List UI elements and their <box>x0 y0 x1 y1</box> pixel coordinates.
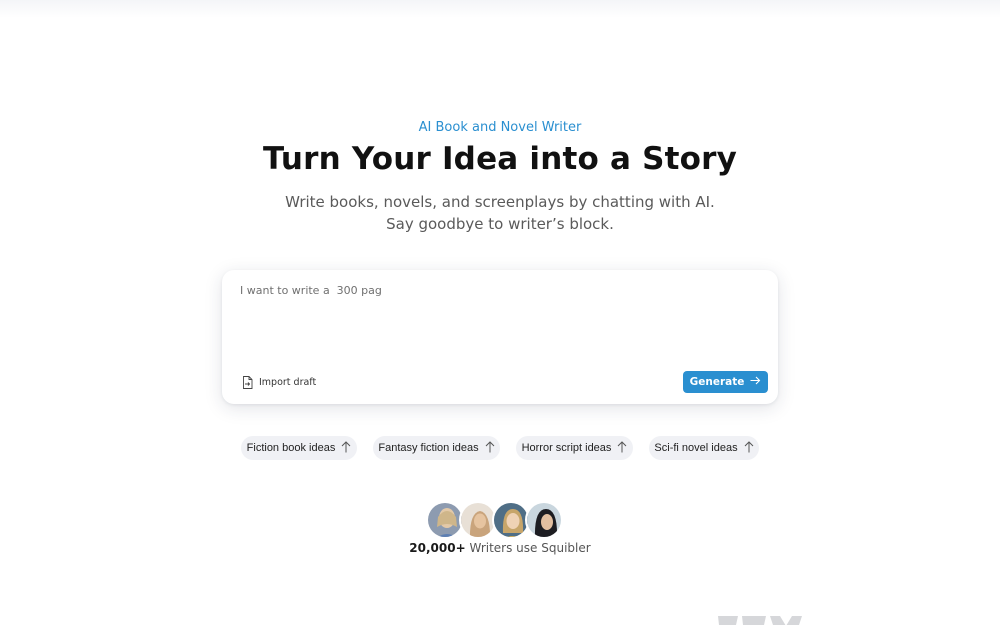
arrow-up-icon <box>485 440 495 456</box>
arrow-up-icon <box>341 440 351 456</box>
file-import-icon <box>242 375 253 389</box>
writer-avatars <box>426 501 566 541</box>
suggestion-chip-fiction[interactable]: Fiction book ideas <box>241 436 357 460</box>
import-draft-button[interactable]: Import draft <box>242 374 316 390</box>
generate-label: Generate <box>689 376 745 388</box>
arrow-up-icon <box>617 440 627 456</box>
suggestion-label: Sci-fi novel ideas <box>654 442 738 454</box>
hero-eyebrow: AI Book and Novel Writer <box>418 120 582 135</box>
suggestion-chip-fantasy[interactable]: Fantasy fiction ideas <box>373 436 500 460</box>
suggestion-chips: Fiction book ideas Fantasy fiction ideas… <box>0 436 1000 461</box>
suggestion-label: Horror script ideas <box>521 442 612 454</box>
generate-button[interactable]: Generate <box>683 371 768 393</box>
hero-title: Turn Your Idea into a Story <box>262 141 738 177</box>
logo-fragment-icon <box>716 614 816 625</box>
import-draft-label: Import draft <box>259 376 317 388</box>
top-bar <box>0 0 1000 18</box>
prompt-input[interactable]: I want to write a 300 pag <box>240 284 760 364</box>
arrow-up-icon <box>744 440 754 456</box>
suggestion-chip-scifi[interactable]: Sci-fi novel ideas <box>649 436 759 460</box>
suggestion-label: Fiction book ideas <box>246 442 336 454</box>
writer-count: 20,000+ <box>409 541 466 555</box>
suggestion-chip-horror[interactable]: Horror script ideas <box>516 436 633 460</box>
avatar <box>525 501 563 539</box>
prompt-composer: I want to write a 300 pag Import draft G… <box>222 270 778 404</box>
social-proof: 20,000+ Writers use Squibler <box>0 541 1000 555</box>
arrow-right-icon <box>750 376 761 388</box>
writer-count-text: Writers use Squibler <box>469 541 591 555</box>
hero-subtitle: Write books, novels, and screenplays by … <box>285 193 715 233</box>
suggestion-label: Fantasy fiction ideas <box>378 442 479 454</box>
